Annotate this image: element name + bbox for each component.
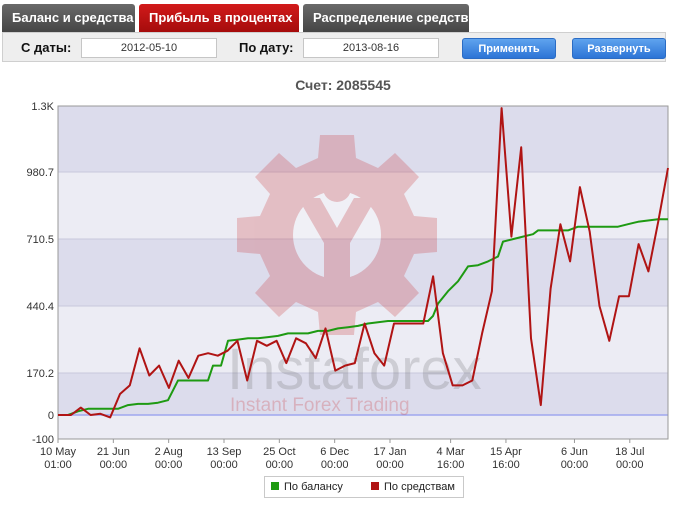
x-tick-date: 6 Jun	[561, 446, 588, 458]
x-tick-date: 4 Mar	[437, 446, 465, 458]
y-tick-label: 170.2	[26, 368, 54, 380]
x-tick-date: 25 Oct	[263, 446, 295, 458]
y-axis-labels: -100 0 170.2 440.4 710.5 980.7 1.3K	[26, 101, 54, 446]
y-tick-label: 440.4	[26, 301, 54, 313]
date-filter-panel: С даты: По дату: Применить Развернуть	[2, 32, 666, 62]
legend-item-balance[interactable]: По балансу	[271, 481, 343, 493]
y-tick-label: 980.7	[26, 167, 54, 179]
x-tick-time: 00:00	[561, 459, 589, 471]
tab-profit-percent[interactable]: Прибыль в процентах	[139, 4, 299, 32]
x-tick-date: 2 Aug	[155, 446, 183, 458]
watermark-tagline: Instant Forex Trading	[230, 395, 410, 416]
y-tick-label: 1.3K	[31, 101, 54, 113]
to-date-label: По дату:	[239, 40, 294, 55]
x-tick-time: 00:00	[155, 459, 183, 471]
x-tick-time: 00:00	[321, 459, 349, 471]
from-date-input[interactable]	[81, 38, 217, 58]
legend-item-equity[interactable]: По средствам	[371, 481, 455, 493]
x-tick-date: 18 Jul	[615, 446, 644, 458]
tab-balance-and-funds[interactable]: Баланс и средства	[2, 4, 135, 32]
y-tick-label: 0	[48, 410, 54, 422]
x-tick-time: 00:00	[616, 459, 644, 471]
x-tick-date: 10 May	[40, 446, 77, 458]
x-tick-time: 00:00	[210, 459, 238, 471]
x-axis-labels: 10 May01:0021 Jun00:002 Aug00:0013 Sep00…	[40, 439, 644, 471]
legend-swatch	[371, 482, 379, 490]
tab-bar: Баланс и средства Прибыль в процентах Ра…	[0, 0, 684, 34]
x-tick-time: 16:00	[437, 459, 465, 471]
x-tick-time: 01:00	[44, 459, 72, 471]
watermark-brand: Instaforex	[227, 337, 482, 402]
x-tick-time: 00:00	[100, 459, 128, 471]
legend-label: По средствам	[384, 481, 455, 493]
profit-chart: Instaforex Instant Forex Trading -100 0 17…	[26, 101, 669, 471]
y-tick-label: 710.5	[26, 234, 54, 246]
chart-container: Счет: 2085545 Instaforex Instant Forex T…	[2, 63, 684, 514]
x-tick-date: 6 Dec	[320, 446, 349, 458]
chart-legend: По балансу По средствам	[264, 476, 464, 498]
expand-button[interactable]: Развернуть	[572, 38, 666, 59]
x-tick-date: 13 Sep	[207, 446, 242, 458]
tab-label: Прибыль в процентах	[149, 10, 293, 25]
x-tick-time: 16:00	[492, 459, 520, 471]
legend-swatch	[271, 482, 279, 490]
apply-button[interactable]: Применить	[462, 38, 556, 59]
x-tick-date: 17 Jan	[373, 446, 406, 458]
x-tick-date: 15 Apr	[490, 446, 522, 458]
x-tick-date: 21 Jun	[97, 446, 130, 458]
y-tick-label: -100	[32, 434, 54, 446]
x-tick-time: 00:00	[376, 459, 404, 471]
tab-label: Баланс и средства	[12, 10, 134, 25]
tab-funds-distribution[interactable]: Распределение средств	[303, 4, 469, 32]
x-tick-time: 00:00	[266, 459, 294, 471]
to-date-input[interactable]	[303, 38, 439, 58]
from-date-label: С даты:	[21, 40, 72, 55]
tab-label: Распределение средств	[313, 10, 469, 25]
legend-label: По балансу	[284, 481, 343, 493]
